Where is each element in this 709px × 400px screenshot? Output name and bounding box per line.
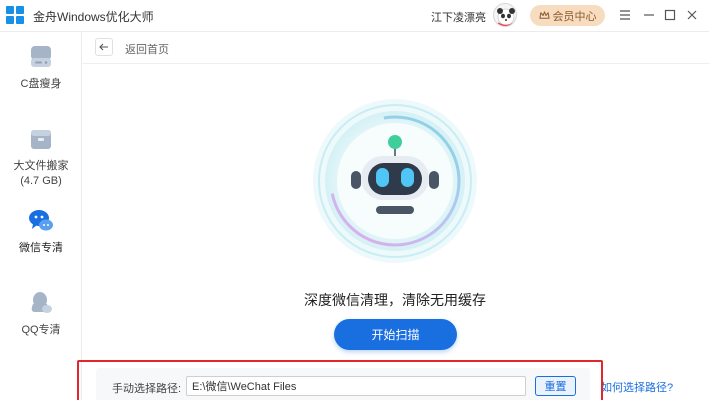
maximize-icon [664, 9, 676, 21]
username[interactable]: 江下凌漂亮 [431, 9, 486, 25]
menu-button[interactable] [616, 6, 634, 24]
sidebar-item-label: C盘瘦身 [20, 78, 62, 90]
panda-avatar-icon [497, 8, 515, 26]
path-label: 手动选择路径: [112, 383, 182, 395]
qq-clean-icon [31, 292, 52, 313]
sidebar: C盘瘦身 大文件搬家 (4.7 GB) 微信专清 QQ专清 [0, 32, 82, 400]
crown-icon [538, 11, 550, 19]
file-box-icon [31, 130, 51, 149]
app-title: 金舟Windows优化大师 [33, 10, 154, 24]
content-header: 返回首页 [83, 32, 709, 64]
back-button[interactable] [95, 38, 113, 56]
minimize-button[interactable] [640, 6, 658, 24]
close-icon [687, 10, 697, 20]
sidebar-item-large-file[interactable]: 大文件搬家 (4.7 GB) [0, 125, 82, 189]
sidebar-item-wechat-clean[interactable]: 微信专清 [0, 207, 82, 256]
hamburger-icon [620, 10, 630, 20]
start-scan-button[interactable]: 开始扫描 [334, 319, 457, 350]
minimize-icon [644, 14, 654, 16]
avatar[interactable] [493, 3, 517, 27]
reset-button[interactable]: 重置 [535, 376, 576, 396]
member-center-label: 会员中心 [552, 10, 597, 23]
back-home-link[interactable]: 返回首页 [125, 41, 169, 57]
main-message: 深度微信清理，清除无用缓存 [304, 292, 486, 308]
maximize-button[interactable] [661, 6, 679, 24]
robot-illustration [313, 99, 477, 263]
sidebar-item-label: 微信专清 [19, 242, 63, 254]
how-to-choose-path-link[interactable]: 如何选择路径? [601, 379, 673, 395]
app-logo-icon [6, 6, 24, 24]
sidebar-item-size: (4.7 GB) [20, 175, 62, 187]
sidebar-item-c-drive[interactable]: C盘瘦身 [0, 43, 82, 92]
close-button[interactable] [683, 6, 701, 24]
member-center-button[interactable]: 会员中心 [530, 5, 605, 26]
title-bar: 金舟Windows优化大师 江下凌漂亮 会员中心 [0, 0, 709, 32]
sidebar-item-label: 大文件搬家 [13, 160, 69, 172]
sidebar-item-qq-clean[interactable]: QQ专清 [0, 289, 82, 338]
sidebar-item-label: QQ专清 [21, 324, 61, 336]
arrow-left-icon [99, 43, 108, 51]
path-input[interactable] [186, 376, 526, 396]
disk-icon [31, 46, 51, 67]
wechat-clean-icon [29, 210, 53, 231]
